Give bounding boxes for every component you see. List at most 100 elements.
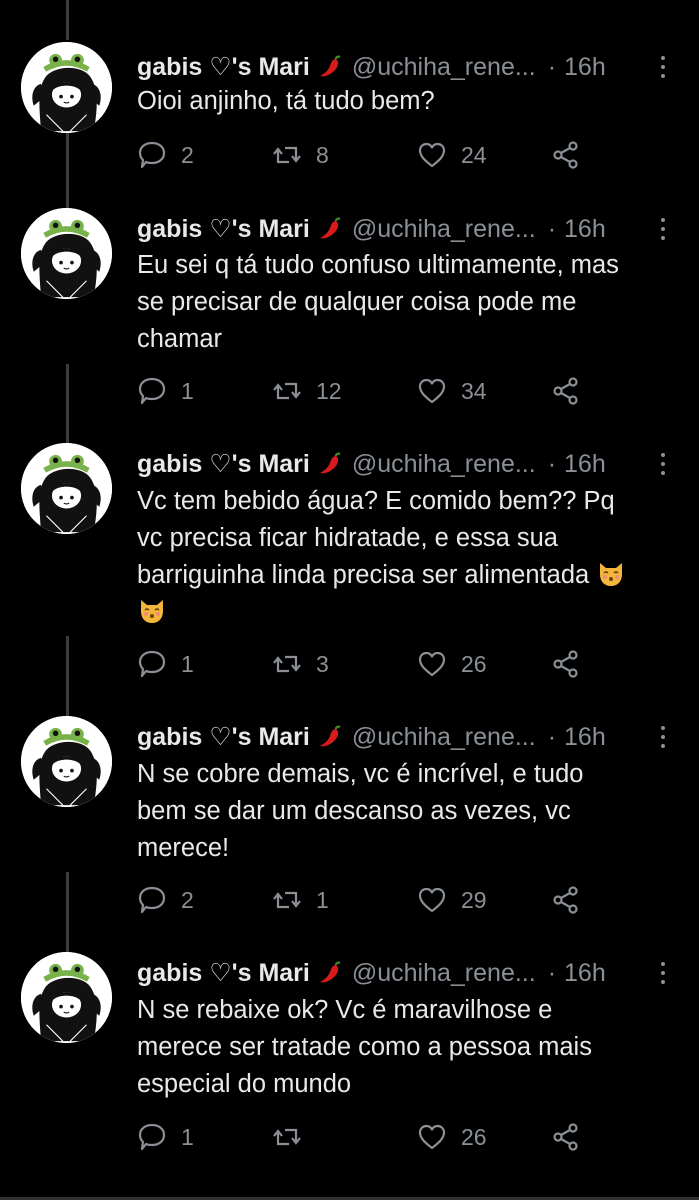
reply-count: 2 (181, 141, 194, 168)
username-handle[interactable]: @uchiha_rene... (352, 959, 536, 988)
more-options-icon[interactable] (657, 453, 669, 475)
heart-icon (417, 649, 447, 679)
avatar-frog-hat-icon (21, 42, 112, 133)
more-options-icon[interactable] (657, 56, 669, 78)
reply-icon (137, 1122, 167, 1152)
retweet-icon (272, 1122, 302, 1152)
heart-icon (417, 376, 447, 406)
avatar[interactable] (21, 952, 112, 1043)
avatar-frog-hat-icon (21, 716, 112, 807)
display-name[interactable]: gabis ♡'s Mari (137, 722, 310, 752)
avatar[interactable] (21, 208, 112, 299)
retweet-icon (272, 649, 302, 679)
tweet-actions: 1 12 34 (137, 374, 597, 408)
retweet-icon (272, 376, 302, 406)
tweet-text-line: merece ser tratade como a pessoa mais (137, 1033, 592, 1061)
timestamp[interactable]: 16h (564, 450, 606, 479)
reply-count: 1 (181, 1123, 194, 1150)
retweet-button[interactable]: 3 (272, 647, 329, 681)
tweet-text: N se cobre demais, vc é incrível, e tudo… (137, 756, 669, 867)
heart-icon (417, 885, 447, 915)
username-handle[interactable]: @uchiha_rene... (352, 450, 536, 479)
display-name[interactable]: gabis ♡'s Mari (137, 214, 310, 244)
retweet-count: 1 (316, 886, 329, 913)
share-button[interactable] (551, 647, 581, 681)
like-button[interactable]: 34 (417, 374, 487, 408)
tweet-text-line: especial do mundo (137, 1070, 352, 1098)
chili-pepper-icon (318, 960, 344, 986)
thread-line (66, 872, 69, 952)
thread-line (66, 0, 69, 40)
like-button[interactable]: 24 (417, 138, 487, 172)
kissing-cat-emoji-icon (137, 595, 167, 625)
reply-button[interactable]: 1 (137, 647, 194, 681)
retweet-button[interactable]: 1 (272, 883, 329, 917)
reply-button[interactable]: 1 (137, 1120, 194, 1154)
share-button[interactable] (551, 374, 581, 408)
tweet-text-line: N se cobre demais, vc é incrível, e tudo (137, 760, 584, 788)
share-icon (551, 649, 581, 679)
timestamp[interactable]: 16h (564, 53, 606, 82)
tweet-actions: 1 3 26 (137, 647, 597, 681)
display-name[interactable]: gabis ♡'s Mari (137, 52, 310, 82)
share-icon (551, 885, 581, 915)
more-options-icon[interactable] (657, 726, 669, 748)
like-button[interactable]: 26 (417, 1120, 487, 1154)
separator-dot: · (547, 722, 557, 751)
avatar-frog-hat-icon (21, 208, 112, 299)
retweet-button[interactable]: 12 (272, 374, 342, 408)
tweet-actions: 2 8 24 (137, 138, 597, 172)
tweet-text-line: barriguinha linda precisa ser alimentada (137, 561, 590, 589)
share-button[interactable] (551, 138, 581, 172)
username-handle[interactable]: @uchiha_rene... (352, 215, 536, 244)
retweet-button[interactable]: 8 (272, 138, 329, 172)
reply-button[interactable]: 2 (137, 138, 194, 172)
username-handle[interactable]: @uchiha_rene... (352, 53, 536, 82)
avatar-frog-hat-icon (21, 952, 112, 1043)
username-handle[interactable]: @uchiha_rene... (352, 723, 536, 752)
retweet-count: 12 (316, 377, 342, 404)
separator-dot: · (547, 52, 557, 81)
like-button[interactable]: 29 (417, 883, 487, 917)
heart-icon (417, 1122, 447, 1152)
timestamp[interactable]: 16h (564, 215, 606, 244)
tweet-header: gabis ♡'s Mari @uchiha_rene... · 16h (137, 720, 669, 754)
like-count: 26 (461, 1123, 487, 1150)
display-name[interactable]: gabis ♡'s Mari (137, 449, 310, 479)
timestamp[interactable]: 16h (564, 723, 606, 752)
tweet-text-line: se precisar de qualquer coisa pode me (137, 288, 577, 316)
tweet-text-line: N se rebaixe ok? Vc é maravilhose e (137, 996, 553, 1024)
share-button[interactable] (551, 883, 581, 917)
more-options-icon[interactable] (657, 962, 669, 984)
share-icon (551, 1122, 581, 1152)
tweet-text-line: chamar (137, 325, 223, 353)
share-button[interactable] (551, 1120, 581, 1154)
like-count: 24 (461, 141, 487, 168)
avatar[interactable] (21, 443, 112, 534)
chili-pepper-icon (318, 451, 344, 477)
avatar[interactable] (21, 716, 112, 807)
chili-pepper-icon (318, 54, 344, 80)
more-options-icon[interactable] (657, 218, 669, 240)
tweet-text-line: Eu sei q tá tudo confuso ultimamente, ma… (137, 251, 619, 279)
reply-icon (137, 885, 167, 915)
reply-count: 1 (181, 650, 194, 677)
reply-button[interactable]: 1 (137, 374, 194, 408)
avatar[interactable] (21, 42, 112, 133)
tweet-text: Eu sei q tá tudo confuso ultimamente, ma… (137, 247, 669, 358)
reply-icon (137, 649, 167, 679)
separator-dot: · (547, 214, 557, 243)
like-button[interactable]: 26 (417, 647, 487, 681)
retweet-button[interactable] (272, 1120, 316, 1154)
reply-button[interactable]: 2 (137, 883, 194, 917)
timestamp[interactable]: 16h (564, 959, 606, 988)
avatar-frog-hat-icon (21, 443, 112, 534)
retweet-icon (272, 885, 302, 915)
chili-pepper-icon (318, 216, 344, 242)
like-count: 29 (461, 886, 487, 913)
tweet-text: N se rebaixe ok? Vc é maravilhose e mere… (137, 992, 669, 1103)
display-name[interactable]: gabis ♡'s Mari (137, 958, 310, 988)
reply-count: 2 (181, 886, 194, 913)
tweet-text-line: Vc tem bebido água? E comido bem?? Pq (137, 487, 615, 515)
retweet-count: 8 (316, 141, 329, 168)
